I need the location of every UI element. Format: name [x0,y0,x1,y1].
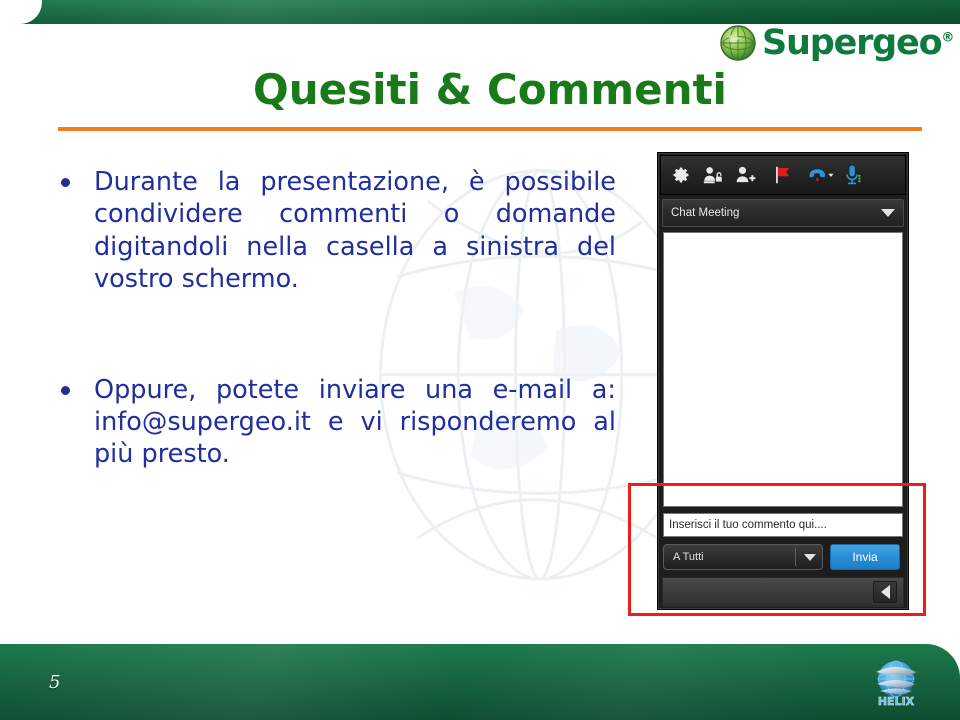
footer-sheen [0,644,960,720]
microphone-icon[interactable] [838,160,868,190]
bullet-dot-icon [61,385,70,395]
gear-icon[interactable] [666,160,696,190]
page-number: 5 [49,672,61,693]
chevron-down-icon [881,209,895,217]
chat-mode-select[interactable]: Chat Meeting [662,199,904,227]
supergeo-brand-name: Supergeo [762,22,943,63]
chat-toolbar [660,155,906,195]
chat-message-log[interactable] [663,232,903,507]
supergeo-wordmark: Supergeo® [762,22,955,63]
supergeo-globe-icon [718,23,758,63]
bullet-text: Oppure, potete inviare una e-mail a: inf… [94,374,616,470]
list-item: Oppure, potete inviare una e-mail a: inf… [56,374,616,471]
helix-wordmark: HELIX [878,695,915,708]
slide-canvas: Supergeo® Quesiti & Commenti Durante la … [0,0,960,720]
list-item: Durante la presentazione, è possibile co… [56,166,616,296]
highlight-annotation-box [628,483,926,616]
red-flag-icon[interactable] [768,160,798,190]
bullet-dot-icon [61,178,70,187]
chat-mode-value: Chat Meeting [671,207,740,219]
bullet-list: Durante la presentazione, è possibile co… [56,166,616,471]
registered-mark: ® [941,29,955,45]
supergeo-logo: Supergeo® [718,20,954,66]
title-divider [58,127,922,131]
add-person-icon[interactable] [730,160,760,190]
share-control-icon[interactable] [698,160,728,190]
bullet-text: Durante la presentazione, è possibile co… [94,167,616,295]
footer-green-bar [0,644,960,720]
helix-logo: HELIX [866,655,926,711]
phone-dropdown-icon[interactable] [806,160,836,190]
page-title: Quesiti & Commenti [253,65,727,114]
